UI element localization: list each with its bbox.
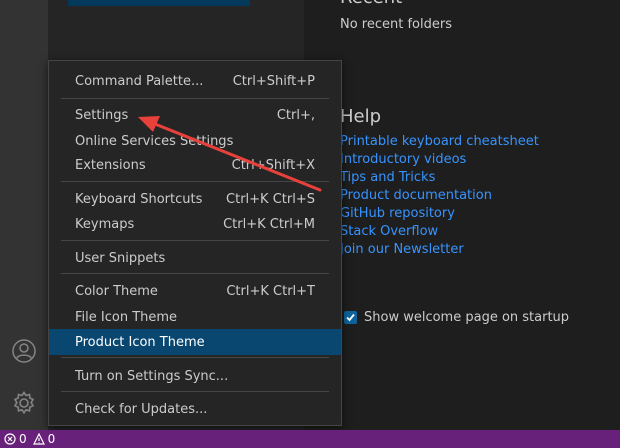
- menu-item-command-palette[interactable]: Command Palette... Ctrl+Shift+P: [49, 68, 341, 94]
- menu-item-product-icon-theme[interactable]: Product Icon Theme: [49, 329, 341, 355]
- menu-item-label: Keyboard Shortcuts: [75, 191, 203, 207]
- checkmark-icon: [346, 313, 355, 322]
- activity-bar: [0, 0, 48, 430]
- menu-item-label: Check for Updates...: [75, 401, 208, 417]
- menu-item-shortcut: Ctrl+K Ctrl+M: [223, 216, 315, 232]
- manage-context-menu: Command Palette... Ctrl+Shift+P Settings…: [48, 60, 342, 426]
- problems-indicator[interactable]: 0: [4, 432, 27, 446]
- help-link-tips-and-tricks[interactable]: Tips and Tricks: [340, 169, 539, 187]
- warning-count: 0: [47, 432, 56, 446]
- help-link-introductory-videos[interactable]: Introductory videos: [340, 151, 539, 169]
- welcome-page: Recent No recent folders Help Printable …: [304, 0, 620, 430]
- warning-icon: [32, 433, 45, 445]
- show-welcome-checkbox[interactable]: [344, 311, 357, 324]
- menu-item-label: User Snippets: [75, 250, 166, 266]
- show-welcome-checkbox-row[interactable]: Show welcome page on startup: [344, 310, 569, 325]
- menu-item-shortcut: Ctrl+K Ctrl+S: [226, 191, 315, 207]
- menu-item-shortcut: Ctrl+K Ctrl+T: [226, 283, 315, 299]
- menu-item-settings-sync[interactable]: Turn on Settings Sync...: [49, 363, 341, 389]
- menu-item-shortcut: Ctrl+,: [276, 107, 315, 123]
- warnings-indicator[interactable]: 0: [32, 432, 56, 446]
- menu-item-file-icon-theme[interactable]: File Icon Theme: [49, 304, 341, 330]
- no-recent-folders-text: No recent folders: [340, 17, 452, 32]
- menu-separator: [61, 181, 329, 182]
- menu-item-label: Product Icon Theme: [75, 334, 205, 350]
- help-link-keyboard-cheatsheet[interactable]: Printable keyboard cheatsheet: [340, 133, 539, 151]
- menu-item-settings[interactable]: Settings Ctrl+,: [49, 102, 341, 128]
- menu-item-label: Color Theme: [75, 283, 158, 299]
- menu-item-user-snippets[interactable]: User Snippets: [49, 245, 341, 271]
- status-bar: 0 0: [0, 430, 620, 448]
- menu-item-label: Keymaps: [75, 216, 135, 232]
- menu-item-online-services-settings[interactable]: Online Services Settings: [49, 128, 341, 154]
- menu-separator: [61, 240, 329, 241]
- menu-item-label: Extensions: [75, 157, 146, 173]
- menu-item-label: File Icon Theme: [75, 309, 178, 325]
- menu-separator: [61, 273, 329, 274]
- menu-item-shortcut: Ctrl+Shift+X: [231, 157, 315, 173]
- help-link-github-repository[interactable]: GitHub repository: [340, 205, 539, 223]
- help-link-stack-overflow[interactable]: Stack Overflow: [340, 223, 539, 241]
- error-count: 0: [19, 432, 27, 446]
- menu-item-label: Turn on Settings Sync...: [75, 368, 229, 384]
- error-icon: [4, 433, 16, 445]
- menu-item-keymaps[interactable]: Keymaps Ctrl+K Ctrl+M: [49, 211, 341, 237]
- help-heading: Help: [340, 106, 382, 127]
- show-welcome-label: Show welcome page on startup: [364, 310, 570, 325]
- manage-gear-icon[interactable]: [10, 389, 38, 417]
- recent-heading: Recent: [340, 0, 402, 8]
- account-icon[interactable]: [10, 337, 38, 365]
- help-link-newsletter[interactable]: Join our Newsletter: [340, 241, 539, 259]
- menu-item-label: Command Palette...: [75, 73, 204, 89]
- menu-item-keyboard-shortcuts[interactable]: Keyboard Shortcuts Ctrl+K Ctrl+S: [49, 186, 341, 212]
- menu-item-color-theme[interactable]: Color Theme Ctrl+K Ctrl+T: [49, 278, 341, 304]
- menu-separator: [61, 391, 329, 392]
- help-link-product-documentation[interactable]: Product documentation: [340, 187, 539, 205]
- help-links-list: Printable keyboard cheatsheet Introducto…: [340, 133, 539, 259]
- menu-item-label: Settings: [75, 107, 129, 123]
- menu-item-label: Online Services Settings: [75, 133, 234, 149]
- menu-separator: [61, 98, 329, 99]
- menu-item-extensions[interactable]: Extensions Ctrl+Shift+X: [49, 152, 341, 178]
- menu-item-shortcut: Ctrl+Shift+P: [232, 73, 315, 89]
- menu-separator: [61, 357, 329, 358]
- sidebar-selected-item[interactable]: [68, 0, 250, 6]
- menu-item-check-for-updates[interactable]: Check for Updates...: [49, 396, 341, 422]
